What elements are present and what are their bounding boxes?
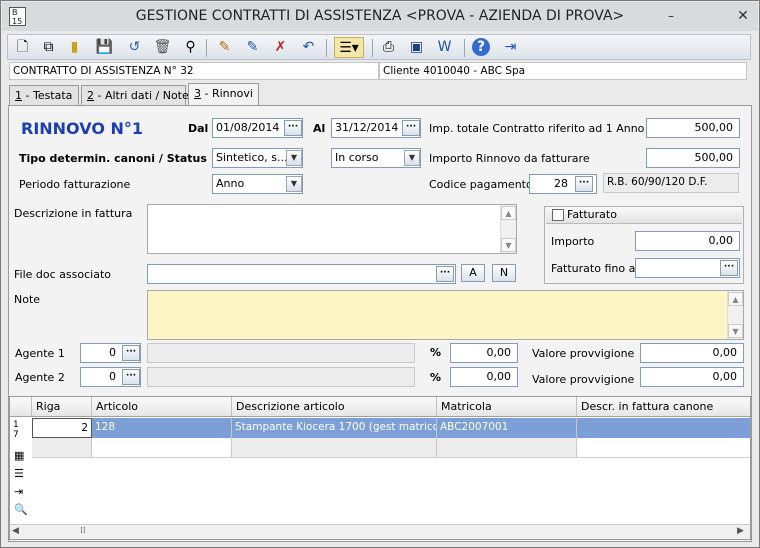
undo-icon[interactable]: ↺ [124, 37, 145, 58]
scroll-thumb[interactable]: ⁞⁞ [80, 526, 86, 536]
tab-altri-dati[interactable]: 2 - Altri dati / Note [81, 85, 189, 106]
cell-riga[interactable]: 2 [32, 418, 92, 438]
chevron-down-icon[interactable]: ▼ [404, 150, 420, 166]
agente2-prov-field[interactable]: 0,00 [640, 367, 744, 387]
new-document-icon[interactable]: 🗋 [12, 37, 33, 58]
fatturato-fino-label: Fatturato fino al [551, 262, 639, 275]
codice-pagamento-desc: R.B. 60/90/120 D.F. [603, 173, 739, 193]
agente2-perc-symbol: % [430, 371, 442, 384]
tipo-label: Tipo determin. canoni / Status [19, 152, 207, 165]
agente2-name [147, 367, 415, 387]
al-date-picker-button[interactable]: ··· [402, 120, 420, 136]
toolbar: 🗋 ⧉ ▮ 💾 ↺ 🗑 ⚲ ✎ ✎ ✗ ↶ ☰▾ ⎙ ▣ W ? ⇥ [7, 34, 751, 60]
file-new-n-button[interactable]: N [492, 264, 516, 282]
descrizione-textarea[interactable]: ▲ ▼ [147, 204, 517, 254]
agente1-name [147, 343, 415, 363]
main-window: B 15 GESTIONE CONTRATTI DI ASSISTENZA <PR… [0, 0, 760, 548]
clipboard-icon[interactable]: ▮ [64, 37, 85, 58]
exit-icon[interactable]: ⇥ [500, 37, 521, 58]
importo-field[interactable]: 0,00 [635, 231, 740, 251]
row-indicator: 17 [13, 420, 19, 440]
print-icon[interactable]: ⎙ [378, 37, 399, 58]
renewal-title: RINNOVO N°1 [21, 119, 144, 138]
column-header-descrizione[interactable]: Descrizione articolo [232, 397, 437, 417]
copy-icon[interactable]: ⧉ [38, 37, 59, 58]
cell-articolo[interactable]: 128 [92, 418, 232, 438]
close-icon[interactable]: ✕ [734, 8, 752, 24]
importo-rinnovo-label: Importo Rinnovo da fatturare [429, 152, 590, 165]
edit-undo-icon[interactable]: ↶ [298, 37, 319, 58]
scroll-left-icon[interactable]: ◀ [12, 526, 19, 536]
al-label: Al [313, 122, 326, 135]
file-doc-label: File doc associato [14, 268, 111, 281]
chevron-down-icon[interactable]: ▼ [286, 150, 302, 166]
cell-descrizione[interactable]: Stampante Kiocera 1700 (gest matricole) [232, 418, 437, 438]
insert-row-icon[interactable]: ⇥ [14, 485, 23, 498]
dal-date-picker-button[interactable]: ··· [284, 120, 302, 136]
agente1-prov-label: Valore provvigione [532, 347, 635, 360]
agente1-lookup-button[interactable]: ··· [122, 345, 140, 361]
scroll-right-icon[interactable]: ▶ [737, 526, 744, 536]
window-title: GESTIONE CONTRATTI DI ASSISTENZA <PROVA … [135, 8, 625, 24]
cell-descr-fattura[interactable] [577, 418, 750, 438]
codice-pagamento-lookup-button[interactable]: ··· [575, 176, 593, 192]
column-header-riga[interactable]: Riga [32, 397, 92, 417]
client-field: Cliente 4010040 - ABC Spa [379, 62, 747, 80]
title-bar: B 15 GESTIONE CONTRATTI DI ASSISTENZA <PR… [2, 2, 758, 31]
articles-grid: Riga Articolo Descrizione articolo Matri… [9, 396, 751, 540]
codice-pagamento-label: Codice pagamento [429, 178, 533, 191]
scrollbar[interactable]: ▲ ▼ [727, 291, 743, 339]
edit-delete-icon[interactable]: ✗ [270, 37, 291, 58]
agente2-prov-label: Valore provvigione [532, 373, 635, 386]
calc-icon[interactable]: ▦ [14, 449, 24, 462]
cell-matricola[interactable]: ABC2007001 [437, 418, 577, 438]
monitor-icon[interactable]: ▣ [406, 37, 427, 58]
imp-totale-label: Imp. totale Contratto riferito ad 1 Anno [429, 122, 645, 135]
agente1-perc-symbol: % [430, 346, 442, 359]
note-textarea[interactable]: ▲ ▼ [147, 290, 744, 340]
agente1-label: Agente 1 [15, 347, 65, 360]
dal-label: Dal [188, 122, 209, 135]
search-icon[interactable]: 🔍 [14, 503, 28, 516]
edit-arrow-icon[interactable]: ✎ [242, 37, 263, 58]
importo-rinnovo-field[interactable]: 500,00 [646, 148, 740, 168]
descrizione-label: Descrizione in fattura [14, 207, 133, 220]
importo-label: Importo [551, 235, 595, 248]
column-header-matricola[interactable]: Matricola [437, 397, 577, 417]
agente1-prov-field[interactable]: 0,00 [640, 343, 744, 363]
save-icon[interactable]: 💾 [94, 37, 115, 58]
file-doc-browse-button[interactable]: ··· [436, 266, 454, 282]
edit-pen-icon[interactable]: ✎ [214, 37, 235, 58]
export-word-icon[interactable]: W [434, 37, 455, 58]
note-label: Note [14, 293, 41, 306]
list-menu-icon[interactable]: ☰▾ [334, 37, 364, 58]
list-icon[interactable]: ☰ [14, 467, 24, 480]
column-header-articolo[interactable]: Articolo [92, 397, 232, 417]
chevron-down-icon[interactable]: ▼ [286, 176, 302, 192]
imp-totale-field[interactable]: 500,00 [646, 118, 740, 138]
binoculars-icon[interactable]: ⚲ [180, 37, 201, 58]
file-doc-field[interactable] [147, 264, 456, 284]
scrollbar[interactable]: ▲ ▼ [500, 205, 516, 253]
fatturato-checkbox[interactable] [552, 209, 564, 221]
delete-icon[interactable]: 🗑 [152, 37, 173, 58]
file-open-a-button[interactable]: A [461, 264, 485, 282]
agente1-perc-field[interactable]: 0,00 [450, 343, 518, 363]
tab-rinnovi[interactable]: 3 - Rinnovi [188, 83, 259, 107]
agente2-label: Agente 2 [15, 371, 65, 384]
fatturato-fino-date-picker-button[interactable]: ··· [720, 260, 738, 276]
tab-testata[interactable]: 1 - Testata [9, 85, 79, 106]
agente2-perc-field[interactable]: 0,00 [450, 367, 518, 387]
help-icon[interactable]: ? [472, 38, 490, 56]
periodo-label: Periodo fatturazione [19, 178, 131, 191]
agente2-lookup-button[interactable]: ··· [122, 369, 140, 385]
fatturato-label: Fatturato [567, 208, 617, 221]
column-header-descr-fattura[interactable]: Descr. in fattura canone [577, 397, 750, 417]
contract-number-field: CONTRATTO DI ASSISTENZA N° 32 [9, 62, 379, 80]
horizontal-scrollbar[interactable]: ◀ ⁞⁞ ▶ [10, 524, 750, 539]
minimize-icon[interactable]: – [662, 8, 680, 24]
